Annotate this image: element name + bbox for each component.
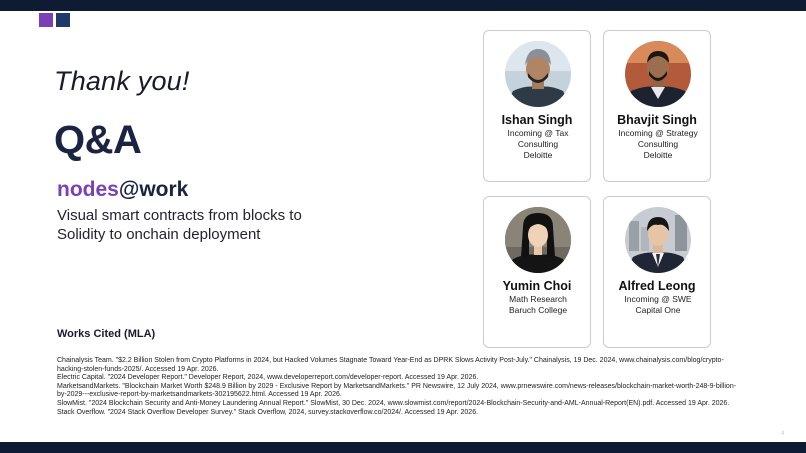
tagline: Visual smart contracts from blocks to So… [57, 207, 302, 243]
member-org: Baruch College [508, 305, 568, 315]
member-role: Incoming @ SWE [624, 294, 692, 304]
member-name: Yumin Choi [502, 279, 572, 293]
member-org: Deloitte [523, 150, 553, 160]
member-name: Ishan Singh [501, 113, 573, 127]
brand-name: nodes@work [57, 178, 188, 202]
citation-entry: MarketsandMarkets. "Blockchain Market Wo… [57, 382, 737, 399]
works-cited-title: Works Cited (MLA) [57, 328, 156, 340]
thank-you-heading: Thank you! [54, 66, 190, 96]
member-info: Incoming @ Tax Consulting Deloitte [488, 128, 588, 161]
member-org: Capital One [635, 305, 681, 315]
bottom-bar [0, 442, 806, 453]
member-info: Math Research Baruch College [488, 294, 588, 316]
member-role: Math Research [509, 294, 567, 304]
avatar-bhavjit [625, 41, 691, 107]
member-name: Bhavjit Singh [617, 113, 697, 127]
member-org: Deloitte [643, 150, 673, 160]
page-number: 4 [781, 431, 785, 437]
member-field: Consulting [637, 139, 679, 149]
brand-name-part2: @work [118, 178, 189, 201]
team-card-bhavjit: Bhavjit Singh Incoming @ Strategy Consul… [603, 30, 711, 182]
member-name: Alfred Leong [618, 279, 696, 293]
avatar-ishan [505, 41, 571, 107]
logo-square-purple [39, 13, 53, 27]
member-role: Incoming @ Tax [507, 128, 569, 138]
member-info: Incoming @ SWE Capital One [608, 294, 708, 316]
team-card-ishan: Ishan Singh Incoming @ Tax Consulting De… [483, 30, 591, 182]
team-card-alfred: Alfred Leong Incoming @ SWE Capital One [603, 196, 711, 348]
member-role: Incoming @ Strategy [618, 128, 698, 138]
member-field: Consulting [517, 139, 559, 149]
citation-entry: Chainalysis Team. "$2.2 Billion Stolen f… [57, 357, 724, 373]
citation-entry: Electric Capital. "2024 Developer Report… [57, 374, 479, 382]
avatar-yumin [505, 207, 571, 273]
avatar-alfred [625, 207, 691, 273]
top-bar [0, 0, 806, 11]
qa-heading: Q&A [54, 118, 142, 162]
logo-square-navy [56, 13, 70, 27]
team-card-yumin: Yumin Choi Math Research Baruch College [483, 196, 591, 348]
member-info: Incoming @ Strategy Consulting Deloitte [608, 128, 708, 161]
citation-entry: SlowMist. "2024 Blockchain Security and … [57, 399, 730, 407]
works-cited-list: Chainalysis Team. "$2.2 Billion Stolen f… [57, 357, 737, 417]
citation-entry: Stack Overflow. "2024 Stack Overflow Dev… [57, 408, 479, 416]
brand-name-part1: nodes [57, 178, 119, 201]
